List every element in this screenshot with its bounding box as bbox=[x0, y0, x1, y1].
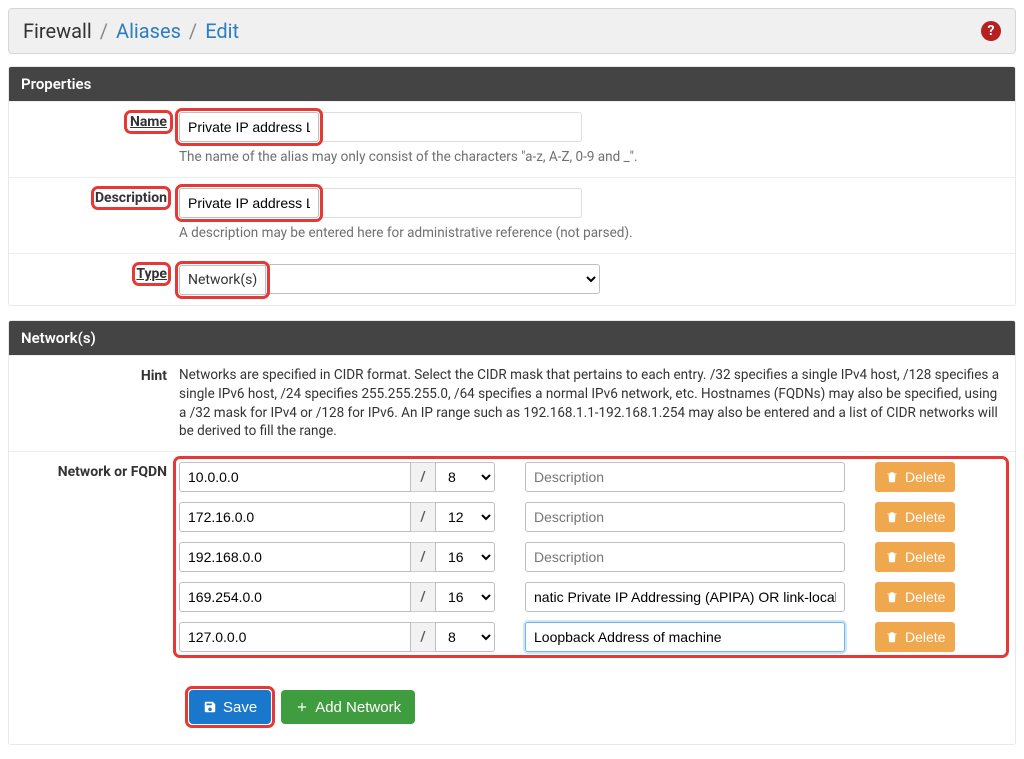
breadcrumb-root: Firewall bbox=[23, 19, 92, 43]
plus-icon bbox=[295, 700, 309, 714]
network-row: /8 Delete bbox=[179, 462, 1003, 492]
add-network-button[interactable]: Add Network bbox=[281, 690, 415, 724]
name-label: Name bbox=[130, 114, 167, 130]
networks-panel: Network(s) Hint Networks are specified i… bbox=[8, 320, 1016, 746]
breadcrumb-edit[interactable]: Edit bbox=[205, 19, 239, 43]
hint-text: Networks are specified in CIDR format. S… bbox=[179, 366, 1003, 442]
cidr-slash: / bbox=[411, 462, 435, 492]
delete-label: Delete bbox=[905, 589, 945, 605]
network-row: /8 Delete bbox=[179, 622, 1003, 652]
type-value: Network(s) bbox=[179, 265, 266, 295]
network-row: /16 Delete bbox=[179, 542, 1003, 572]
network-or-fqdn-label: Network or FQDN bbox=[9, 452, 179, 672]
breadcrumb-sep: / bbox=[189, 19, 197, 43]
trash-icon bbox=[885, 469, 899, 485]
delete-button[interactable]: Delete bbox=[875, 502, 955, 532]
cidr-slash: / bbox=[411, 622, 435, 652]
delete-label: Delete bbox=[905, 509, 945, 525]
description-input[interactable] bbox=[179, 188, 319, 218]
name-input[interactable] bbox=[179, 112, 319, 142]
trash-icon bbox=[885, 509, 899, 525]
cidr-select[interactable]: 8 bbox=[435, 462, 495, 492]
add-network-label: Add Network bbox=[315, 699, 401, 716]
breadcrumb: Firewall / Aliases / Edit bbox=[23, 19, 239, 43]
trash-icon bbox=[885, 629, 899, 645]
delete-label: Delete bbox=[905, 629, 945, 645]
network-description-input[interactable] bbox=[525, 502, 845, 532]
cidr-slash: / bbox=[411, 582, 435, 612]
cidr-select[interactable]: 8 bbox=[435, 622, 495, 652]
network-address-input[interactable] bbox=[179, 462, 411, 492]
page-header: Firewall / Aliases / Edit ? bbox=[8, 8, 1016, 54]
delete-label: Delete bbox=[905, 469, 945, 485]
cidr-slash: / bbox=[411, 542, 435, 572]
network-description-input[interactable] bbox=[525, 622, 845, 652]
delete-button[interactable]: Delete bbox=[875, 622, 955, 652]
delete-button[interactable]: Delete bbox=[875, 582, 955, 612]
network-address-input[interactable] bbox=[179, 502, 411, 532]
description-label: Description bbox=[95, 190, 167, 206]
actions-row: Save Add Network bbox=[9, 672, 1015, 744]
delete-button[interactable]: Delete bbox=[875, 462, 955, 492]
properties-panel: Properties Name The name of the alias ma… bbox=[8, 66, 1016, 306]
cidr-slash: / bbox=[411, 502, 435, 532]
network-description-input[interactable] bbox=[525, 542, 845, 572]
network-row: /16 Delete bbox=[179, 582, 1003, 612]
name-help: The name of the alias may only consist o… bbox=[179, 148, 1003, 167]
delete-button[interactable]: Delete bbox=[875, 542, 955, 572]
cidr-select[interactable]: 12 bbox=[435, 502, 495, 532]
networks-heading: Network(s) bbox=[9, 321, 1015, 355]
save-icon bbox=[203, 700, 217, 714]
network-address-input[interactable] bbox=[179, 622, 411, 652]
description-help: A description may be entered here for ad… bbox=[179, 224, 1003, 243]
breadcrumb-sep: / bbox=[100, 19, 108, 43]
network-row: /12 Delete bbox=[179, 502, 1003, 532]
type-label: Type bbox=[136, 266, 167, 282]
network-description-input[interactable] bbox=[525, 462, 845, 492]
delete-label: Delete bbox=[905, 549, 945, 565]
hint-label: Hint bbox=[9, 356, 179, 452]
network-address-input[interactable] bbox=[179, 542, 411, 572]
cidr-select[interactable]: 16 bbox=[435, 582, 495, 612]
trash-icon bbox=[885, 549, 899, 565]
breadcrumb-aliases[interactable]: Aliases bbox=[116, 19, 181, 43]
save-button[interactable]: Save bbox=[189, 690, 271, 724]
type-select[interactable] bbox=[266, 264, 600, 294]
network-address-input[interactable] bbox=[179, 582, 411, 612]
save-label: Save bbox=[223, 699, 257, 716]
trash-icon bbox=[885, 589, 899, 605]
properties-heading: Properties bbox=[9, 67, 1015, 101]
network-description-input[interactable] bbox=[525, 582, 845, 612]
help-icon[interactable]: ? bbox=[981, 21, 1001, 41]
cidr-select[interactable]: 16 bbox=[435, 542, 495, 572]
